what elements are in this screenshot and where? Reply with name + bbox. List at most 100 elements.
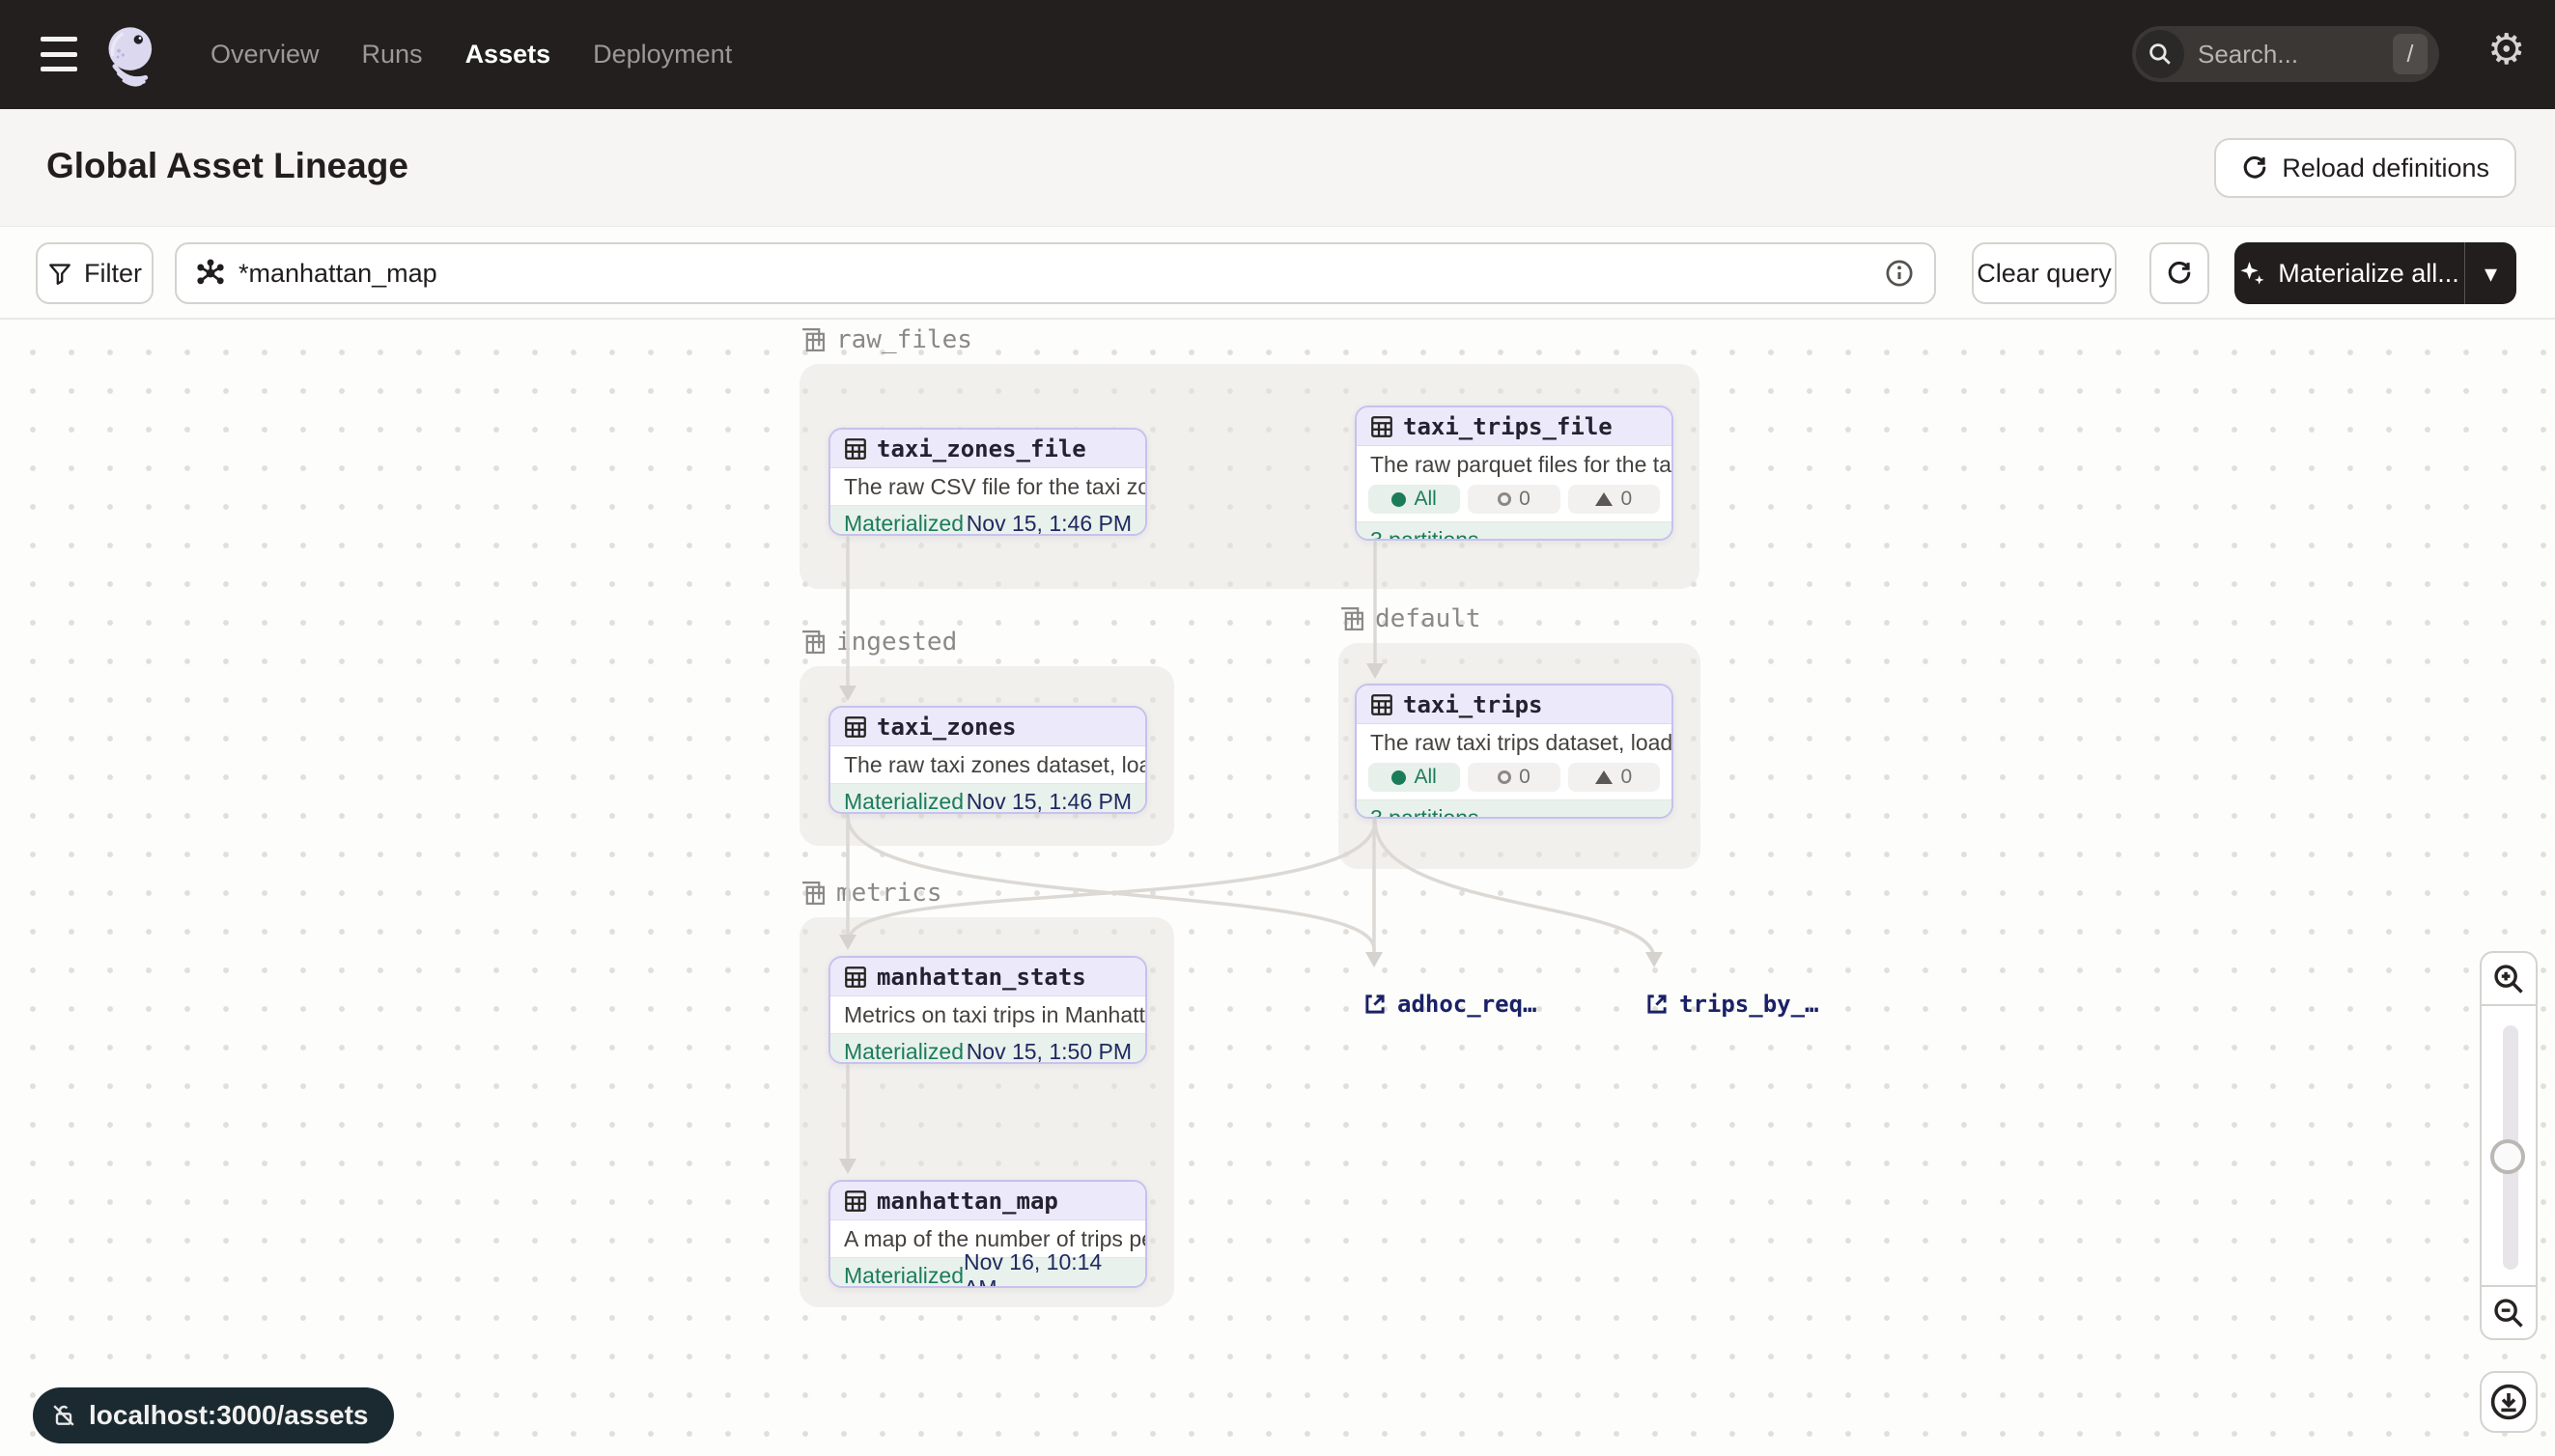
lineage-edges: [0, 320, 2555, 1456]
asset-node-footer: 3 partitions: [1357, 799, 1671, 819]
partitions-all-label: All: [1414, 488, 1436, 511]
materialization-timestamp[interactable]: Nov 15, 1:46 PM: [967, 511, 1132, 537]
partitions-missing-pill[interactable]: 0: [1568, 763, 1660, 792]
partitions-failed-pill[interactable]: 0: [1468, 763, 1559, 792]
asset-node-manhattan-map[interactable]: manhattan_map A map of the number of tri…: [828, 1180, 1147, 1288]
missing-triangle-icon: [1595, 492, 1613, 506]
asset-node-header: taxi_trips_file: [1357, 407, 1671, 446]
search-shortcut-key: /: [2393, 34, 2428, 74]
external-asset-label: trips_by_…: [1679, 991, 1819, 1018]
external-asset-link-trips-by[interactable]: trips_by_…: [1644, 991, 1819, 1018]
asset-node-footer: Materialized Nov 15, 1:46 PM: [830, 505, 1145, 536]
caret-down-icon: ▾: [2485, 259, 2497, 289]
table-icon: [1370, 415, 1393, 438]
asset-node-taxi-zones-file[interactable]: taxi_zones_file The raw CSV file for the…: [828, 428, 1147, 536]
asset-node-footer: Materialized Nov 15, 1:50 PM: [830, 1033, 1145, 1064]
asset-description: The raw taxi trips dataset, loaded into …: [1357, 724, 1671, 761]
success-dot-icon: [1391, 492, 1406, 507]
external-asset-label: adhoc_req…: [1397, 991, 1537, 1018]
download-icon: [2489, 1383, 2528, 1421]
materialization-timestamp[interactable]: Nov 15, 1:50 PM: [967, 1039, 1132, 1065]
asset-node-manhattan-stats[interactable]: manhattan_stats Metrics on taxi trips in…: [828, 956, 1147, 1064]
gear-icon[interactable]: ⚙: [2487, 29, 2525, 71]
reload-definitions-label: Reload definitions: [2282, 154, 2489, 183]
materialization-timestamp[interactable]: Nov 16, 10:14 AM: [964, 1249, 1132, 1288]
page-title: Global Asset Lineage: [46, 146, 408, 186]
refresh-icon: [2241, 154, 2268, 182]
partitions-count-label: 3 partitions: [1370, 805, 1479, 820]
partition-health-row: All 0 0: [1357, 761, 1671, 799]
asset-name: taxi_trips: [1403, 691, 1543, 718]
search-icon: [2136, 30, 2184, 78]
failed-ring-icon: [1498, 770, 1511, 784]
partitions-missing-count: 0: [1620, 766, 1632, 789]
table-icon: [844, 437, 867, 461]
status-bar-url: localhost:3000/assets: [89, 1400, 369, 1431]
table-icon: [844, 966, 867, 989]
filter-button-label: Filter: [84, 259, 142, 289]
hamburger-menu-icon[interactable]: [41, 37, 79, 71]
partitions-all-pill[interactable]: All: [1368, 485, 1460, 514]
dagster-logo[interactable]: [100, 21, 166, 91]
info-icon[interactable]: [1884, 258, 1915, 289]
lineage-toolbar: Filter Clear query: [0, 227, 2555, 320]
materialize-all-label: Materialize all...: [2278, 259, 2459, 289]
asset-name: taxi_trips_file: [1403, 413, 1613, 440]
materialize-all-main[interactable]: Materialize all...: [2234, 242, 2464, 304]
graph-query-icon: [196, 259, 225, 288]
external-asset-link-adhoc-request[interactable]: adhoc_req…: [1362, 991, 1537, 1018]
lineage-canvas[interactable]: raw_files ingested default metrics: [0, 320, 2555, 1456]
partitions-all-label: All: [1414, 766, 1436, 789]
insecure-lock-icon: [50, 1402, 77, 1429]
materialize-all-button[interactable]: Materialize all... ▾: [2234, 242, 2516, 304]
asset-node-header: taxi_zones: [830, 708, 1145, 746]
asset-node-header: taxi_zones_file: [830, 430, 1145, 468]
zoom-in-icon: [2491, 962, 2526, 996]
asset-node-taxi-zones[interactable]: taxi_zones The raw taxi zones dataset, l…: [828, 706, 1147, 814]
partitions-missing-pill[interactable]: 0: [1568, 485, 1660, 514]
asset-query-input-wrap: [175, 242, 1936, 304]
zoom-out-icon: [2491, 1296, 2526, 1330]
zoom-slider-handle[interactable]: [2490, 1139, 2525, 1174]
missing-triangle-icon: [1595, 770, 1613, 784]
clear-query-label: Clear query: [1977, 259, 2112, 289]
filter-button[interactable]: Filter: [36, 242, 154, 304]
nav-link-runs[interactable]: Runs: [362, 40, 423, 70]
status-badge: Materialized: [844, 1263, 964, 1289]
partitions-failed-pill[interactable]: 0: [1468, 485, 1559, 514]
partitions-all-pill[interactable]: All: [1368, 763, 1460, 792]
failed-ring-icon: [1498, 492, 1511, 506]
clear-query-button[interactable]: Clear query: [1972, 242, 2117, 304]
zoom-in-button[interactable]: [2480, 951, 2538, 1006]
table-icon: [1370, 693, 1393, 716]
nav-link-overview[interactable]: Overview: [211, 40, 320, 70]
nav-links: Overview Runs Assets Deployment: [211, 0, 732, 109]
external-link-icon: [1362, 992, 1388, 1017]
reload-definitions-button[interactable]: Reload definitions: [2214, 138, 2516, 198]
refresh-graph-button[interactable]: [2149, 242, 2209, 304]
partitions-count-label: 3 partitions: [1370, 527, 1479, 542]
asset-name: manhattan_map: [877, 1188, 1058, 1215]
zoom-out-button[interactable]: [2480, 1285, 2538, 1340]
materialization-timestamp[interactable]: Nov 15, 1:46 PM: [967, 789, 1132, 815]
partitions-failed-count: 0: [1519, 766, 1530, 789]
refresh-icon: [2166, 260, 2193, 287]
nav-link-deployment[interactable]: Deployment: [593, 40, 732, 70]
materialize-dropdown[interactable]: ▾: [2464, 242, 2516, 304]
nav-link-assets[interactable]: Assets: [465, 40, 551, 70]
partition-health-row: All 0 0: [1357, 483, 1671, 521]
external-link-icon: [1644, 992, 1670, 1017]
status-badge: Materialized: [844, 789, 964, 815]
global-search[interactable]: /: [2132, 26, 2439, 82]
table-icon: [844, 1190, 867, 1213]
asset-name: taxi_zones_file: [877, 435, 1086, 462]
table-icon: [844, 715, 867, 739]
zoom-slider-track[interactable]: [2503, 1025, 2518, 1270]
success-dot-icon: [1391, 770, 1406, 785]
asset-node-header: manhattan_map: [830, 1182, 1145, 1220]
asset-node-taxi-trips-file[interactable]: taxi_trips_file The raw parquet files fo…: [1355, 406, 1673, 541]
download-image-button[interactable]: [2480, 1371, 2538, 1433]
asset-node-taxi-trips[interactable]: taxi_trips The raw taxi trips dataset, l…: [1355, 684, 1673, 819]
asset-query-input[interactable]: [239, 259, 1884, 289]
search-input[interactable]: [2198, 40, 2362, 70]
